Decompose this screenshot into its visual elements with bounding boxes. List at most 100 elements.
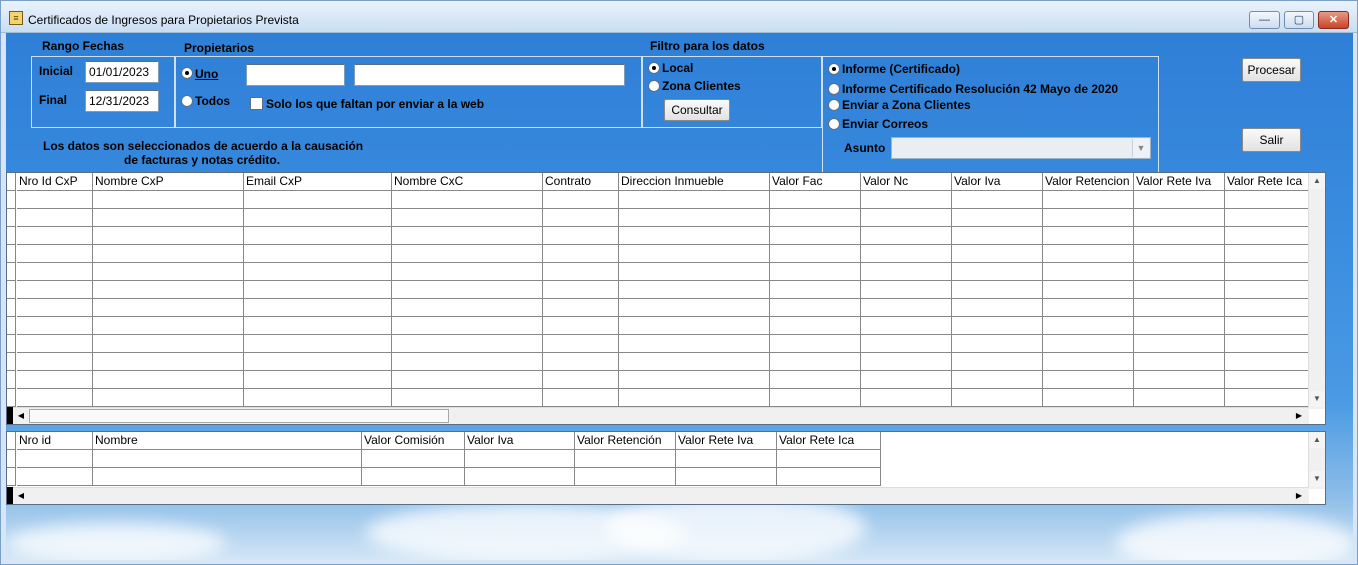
propietarios-grid[interactable]: Nro Id CxP Nombre CxP Email CxP Nombre CxC C… [6,172,1326,425]
asunto-select[interactable]: ▼ [891,137,1151,159]
column-header[interactable]: Valor Fac [770,173,861,191]
table-cell[interactable] [1225,335,1316,353]
table-cell[interactable] [619,299,770,317]
scroll-down-icon[interactable]: ▼ [1309,471,1325,487]
enviar-zona-radio[interactable] [828,99,840,111]
table-cell[interactable] [676,468,777,486]
informe-certificado-label[interactable]: Informe (Certificado) [842,62,960,76]
scroll-right-icon[interactable]: ▶ [1291,488,1307,504]
column-header[interactable]: Valor Rete Ica [1225,173,1316,191]
table-cell[interactable] [244,263,392,281]
table-cell[interactable] [1225,299,1316,317]
table-cell[interactable] [543,281,619,299]
table-cell[interactable] [861,371,952,389]
table-cell[interactable] [392,299,543,317]
column-header[interactable]: Nombre CxC [392,173,543,191]
table-cell[interactable] [770,389,861,407]
table-cell[interactable] [770,281,861,299]
vertical-scrollbar[interactable]: ▲ ▼ [1308,432,1325,489]
table-cell[interactable] [1043,227,1134,245]
row-selector[interactable] [7,389,16,407]
table-cell[interactable] [770,209,861,227]
column-header[interactable]: Nombre CxP [93,173,244,191]
column-header[interactable]: Valor Rete Iva [676,432,777,450]
horizontal-scrollbar[interactable]: ◀ ▶ [7,487,1309,504]
table-cell[interactable] [1225,353,1316,371]
table-cell[interactable] [861,281,952,299]
table-cell[interactable] [93,389,244,407]
table-cell[interactable] [1043,245,1134,263]
table-cell[interactable] [861,209,952,227]
scroll-up-icon[interactable]: ▲ [1309,173,1325,189]
table-cell[interactable] [952,353,1043,371]
table-cell[interactable] [244,371,392,389]
scroll-thumb[interactable] [29,409,449,423]
table-cell[interactable] [244,335,392,353]
table-cell[interactable] [93,371,244,389]
column-header[interactable]: Nro id [17,432,93,450]
enviar-correos-radio[interactable] [828,118,840,130]
table-cell[interactable] [17,299,93,317]
solo-faltan-checkbox[interactable] [250,97,263,110]
table-cell[interactable] [17,281,93,299]
row-selector[interactable] [7,245,16,263]
table-cell[interactable] [1134,353,1225,371]
scroll-left-icon[interactable]: ◀ [13,408,29,424]
table-cell[interactable] [93,468,362,486]
table-cell[interactable] [543,335,619,353]
table-cell[interactable] [244,299,392,317]
table-cell[interactable] [770,335,861,353]
table-cell[interactable] [17,245,93,263]
table-cell[interactable] [17,209,93,227]
table-cell[interactable] [1134,245,1225,263]
table-cell[interactable] [1134,209,1225,227]
table-cell[interactable] [543,371,619,389]
enviar-zona-label[interactable]: Enviar a Zona Clientes [842,98,971,112]
row-selector[interactable] [7,335,16,353]
column-header[interactable]: Contrato [543,173,619,191]
table-cell[interactable] [17,317,93,335]
table-cell[interactable] [392,263,543,281]
table-cell[interactable] [392,371,543,389]
table-cell[interactable] [543,245,619,263]
table-cell[interactable] [952,245,1043,263]
table-cell[interactable] [543,389,619,407]
table-cell[interactable] [1225,263,1316,281]
table-cell[interactable] [93,263,244,281]
table-cell[interactable] [619,371,770,389]
table-cell[interactable] [1225,245,1316,263]
table-cell[interactable] [770,227,861,245]
column-header[interactable]: Valor Nc [861,173,952,191]
table-cell[interactable] [1225,389,1316,407]
table-cell[interactable] [1134,389,1225,407]
fecha-inicial-input[interactable]: 01/01/2023 [85,61,159,83]
table-cell[interactable] [392,317,543,335]
table-cell[interactable] [952,389,1043,407]
table-cell[interactable] [392,245,543,263]
comisiones-grid[interactable]: Nro id Nombre Valor Comisión Valor Iva Valor… [6,431,1326,505]
solo-faltan-label[interactable]: Solo los que faltan por enviar a la web [266,97,484,111]
table-cell[interactable] [575,450,676,468]
horizontal-scrollbar[interactable]: ◀ ▶ [7,407,1309,424]
column-header[interactable]: Valor Rete Ica [777,432,881,450]
table-cell[interactable] [861,389,952,407]
table-cell[interactable] [777,450,881,468]
table-cell[interactable] [952,299,1043,317]
row-selector[interactable] [7,281,16,299]
table-cell[interactable] [861,353,952,371]
close-button[interactable]: ✕ [1318,11,1349,29]
table-cell[interactable] [543,353,619,371]
table-cell[interactable] [543,227,619,245]
column-header[interactable]: Valor Retención [575,432,676,450]
zona-clientes-radio[interactable] [648,80,660,92]
row-selector[interactable] [7,353,16,371]
table-cell[interactable] [244,317,392,335]
procesar-button[interactable]: Procesar [1242,58,1301,82]
scroll-up-icon[interactable]: ▲ [1309,432,1325,448]
table-cell[interactable] [93,245,244,263]
chevron-down-icon[interactable]: ▼ [1132,139,1149,157]
table-cell[interactable] [770,263,861,281]
row-selector[interactable] [7,317,16,335]
row-selector[interactable] [7,263,16,281]
table-cell[interactable] [1134,335,1225,353]
